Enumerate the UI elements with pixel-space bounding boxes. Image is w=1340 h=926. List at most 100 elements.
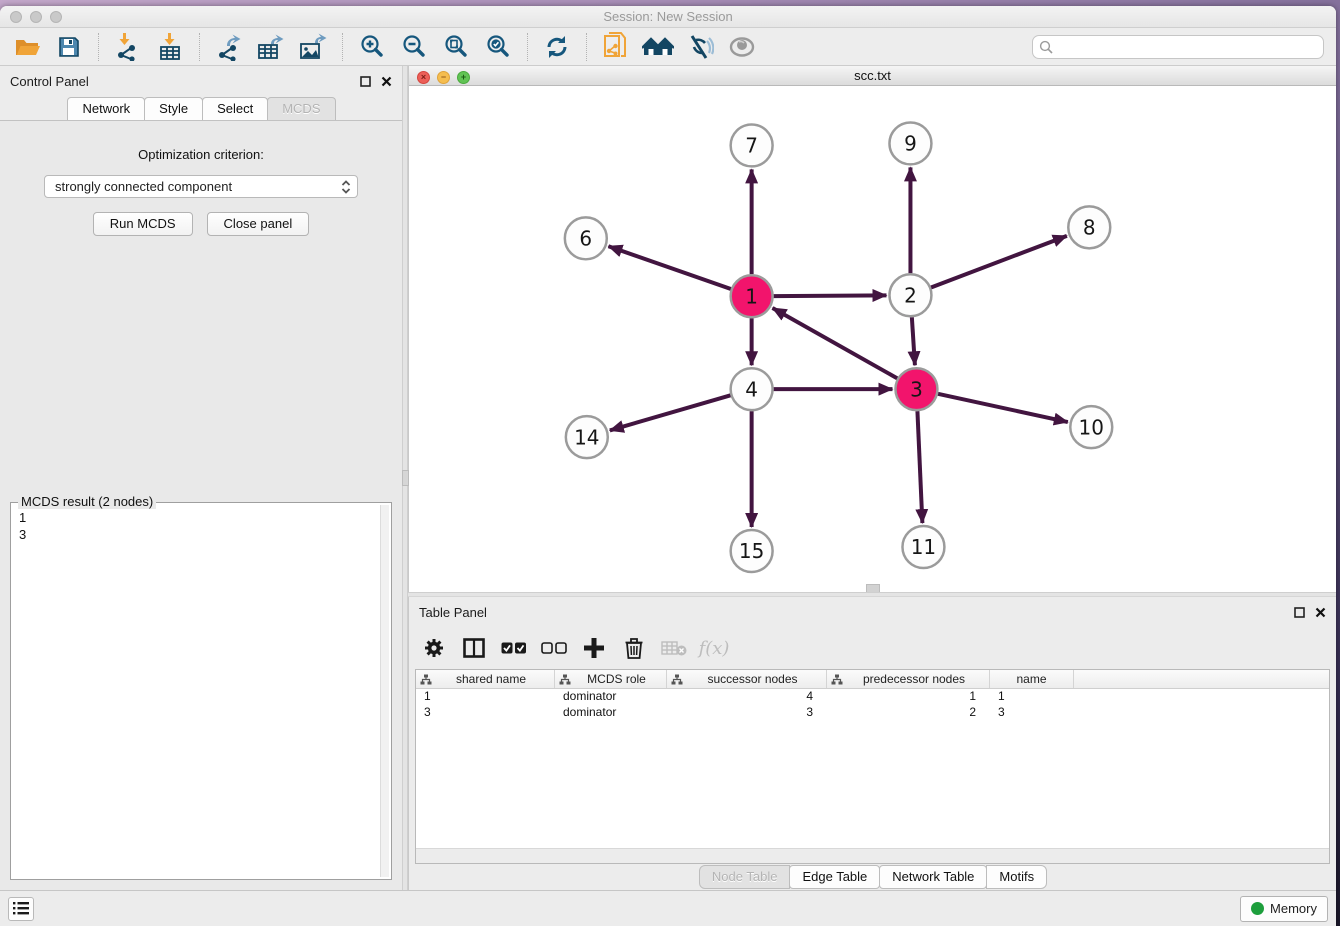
zoom-window-button[interactable] <box>50 11 62 23</box>
run-mcds-button[interactable]: Run MCDS <box>93 212 193 236</box>
search-input[interactable] <box>1057 40 1317 54</box>
table-settings-button[interactable] <box>419 633 449 663</box>
unselect-all-columns-button[interactable] <box>539 633 569 663</box>
tab-mcds[interactable]: MCDS <box>267 97 335 120</box>
import-table-button[interactable] <box>151 31 189 63</box>
network-window-controls: × − + <box>417 71 470 84</box>
hide-selected-button[interactable] <box>681 31 719 63</box>
column-header-successor-nodes[interactable]: successor nodes <box>667 670 827 688</box>
network-close-button[interactable]: × <box>417 71 430 84</box>
table-row[interactable]: 1 dominator 4 1 1 <box>416 689 1329 705</box>
network-view-window: × − + scc.txt 7968124314101511 <box>408 66 1336 592</box>
table-body: 1 dominator 4 1 1 3 dominator 3 2 3 <box>416 689 1329 848</box>
close-panel-icon[interactable] <box>1315 607 1326 618</box>
control-panel: Control Panel Network Style Select MCDS … <box>0 66 402 890</box>
graph-edge-1-6[interactable] <box>608 246 730 289</box>
cell-predecessor-nodes[interactable]: 1 <box>827 689 990 705</box>
minimize-window-button[interactable] <box>30 11 42 23</box>
delete-table-button[interactable] <box>659 633 689 663</box>
export-table-button[interactable] <box>252 31 290 63</box>
show-task-history-button[interactable] <box>8 897 34 921</box>
tab-network-table[interactable]: Network Table <box>879 865 987 889</box>
window-titlebar[interactable]: Session: New Session <box>0 6 1336 28</box>
main-toolbar <box>0 28 1336 66</box>
zoom-fit-icon <box>443 34 469 60</box>
graph-node-label-14: 14 <box>574 425 599 449</box>
toolbar-separator <box>586 33 587 61</box>
graph-edge-2-8[interactable] <box>931 235 1067 287</box>
select-all-columns-button[interactable] <box>499 633 529 663</box>
mcds-result-text[interactable]: 1 3 <box>13 507 379 877</box>
create-column-button[interactable] <box>579 633 609 663</box>
close-panel-icon[interactable] <box>381 76 392 87</box>
float-panel-icon[interactable] <box>1294 607 1305 618</box>
cell-name[interactable]: 3 <box>990 705 1074 721</box>
tab-edge-table[interactable]: Edge Table <box>789 865 880 889</box>
delete-column-button[interactable] <box>619 633 649 663</box>
close-window-button[interactable] <box>10 11 22 23</box>
tab-motifs[interactable]: Motifs <box>986 865 1047 889</box>
save-session-button[interactable] <box>50 31 88 63</box>
splitter-grip[interactable] <box>402 470 409 486</box>
search-field[interactable] <box>1032 35 1324 59</box>
graph-edge-1-2[interactable] <box>774 295 887 296</box>
network-maximize-button[interactable]: + <box>457 71 470 84</box>
result-scrollbar[interactable] <box>380 505 389 877</box>
zoom-in-button[interactable] <box>353 31 391 63</box>
export-network-button[interactable] <box>210 31 248 63</box>
tab-select[interactable]: Select <box>202 97 268 120</box>
float-panel-icon[interactable] <box>360 76 371 87</box>
column-header-predecessor-nodes[interactable]: predecessor nodes <box>827 670 990 688</box>
tab-node-table[interactable]: Node Table <box>699 865 791 889</box>
network-minimize-button[interactable]: − <box>437 71 450 84</box>
cell-shared-name[interactable]: 3 <box>416 705 555 721</box>
cell-mcds-role[interactable]: dominator <box>555 705 667 721</box>
function-builder-button[interactable]: f(x) <box>699 633 729 663</box>
main-area: Control Panel Network Style Select MCDS … <box>0 66 1336 890</box>
node-table: shared name MCDS role successor nodes <box>415 669 1330 864</box>
panel-splitter[interactable] <box>402 66 408 890</box>
graph-edge-4-14[interactable] <box>610 395 731 430</box>
tab-network[interactable]: Network <box>67 97 145 120</box>
cell-shared-name[interactable]: 1 <box>416 689 555 705</box>
apply-layout-button[interactable] <box>538 31 576 63</box>
cell-mcds-role[interactable]: dominator <box>555 689 667 705</box>
cell-successor-nodes[interactable]: 4 <box>667 689 827 705</box>
cell-predecessor-nodes[interactable]: 2 <box>827 705 990 721</box>
toolbar-separator <box>527 33 528 61</box>
table-row[interactable]: 3 dominator 3 2 3 <box>416 705 1329 721</box>
network-canvas[interactable]: 7968124314101511 <box>409 86 1336 592</box>
new-network-from-selection-button[interactable] <box>597 31 635 63</box>
column-header-shared-name[interactable]: shared name <box>416 670 555 688</box>
graph-edge-2-3[interactable] <box>912 317 915 365</box>
memory-button[interactable]: Memory <box>1240 896 1328 922</box>
graph-edge-3-1[interactable] <box>773 308 898 378</box>
cell-name[interactable]: 1 <box>990 689 1074 705</box>
graph-edge-3-11[interactable] <box>917 411 922 523</box>
canvas-splitter-grip[interactable] <box>866 584 880 592</box>
table-hscrollbar[interactable] <box>416 848 1329 863</box>
network-window-titlebar[interactable]: × − + scc.txt <box>409 66 1336 86</box>
hierarchy-icon <box>671 674 683 685</box>
column-header-name[interactable]: name <box>990 670 1074 688</box>
first-neighbors-button[interactable] <box>639 31 677 63</box>
status-bar: Memory <box>0 890 1336 926</box>
cell-successor-nodes[interactable]: 3 <box>667 705 827 721</box>
column-header-mcds-role[interactable]: MCDS role <box>555 670 667 688</box>
zoom-fit-button[interactable] <box>437 31 475 63</box>
show-all-button[interactable] <box>723 31 761 63</box>
open-session-button[interactable] <box>8 31 46 63</box>
criterion-select[interactable]: strongly connected component <box>44 175 358 198</box>
graph-edge-3-10[interactable] <box>938 393 1068 421</box>
graph-node-label-11: 11 <box>911 535 936 559</box>
tab-style[interactable]: Style <box>144 97 203 120</box>
export-image-button[interactable] <box>294 31 332 63</box>
zoom-selected-button[interactable] <box>479 31 517 63</box>
toolbar-separator <box>342 33 343 61</box>
close-panel-button[interactable]: Close panel <box>207 212 310 236</box>
show-column-panel-button[interactable] <box>459 633 489 663</box>
memory-label: Memory <box>1270 901 1317 916</box>
zoom-out-button[interactable] <box>395 31 433 63</box>
import-network-button[interactable] <box>109 31 147 63</box>
refresh-icon <box>544 34 570 60</box>
